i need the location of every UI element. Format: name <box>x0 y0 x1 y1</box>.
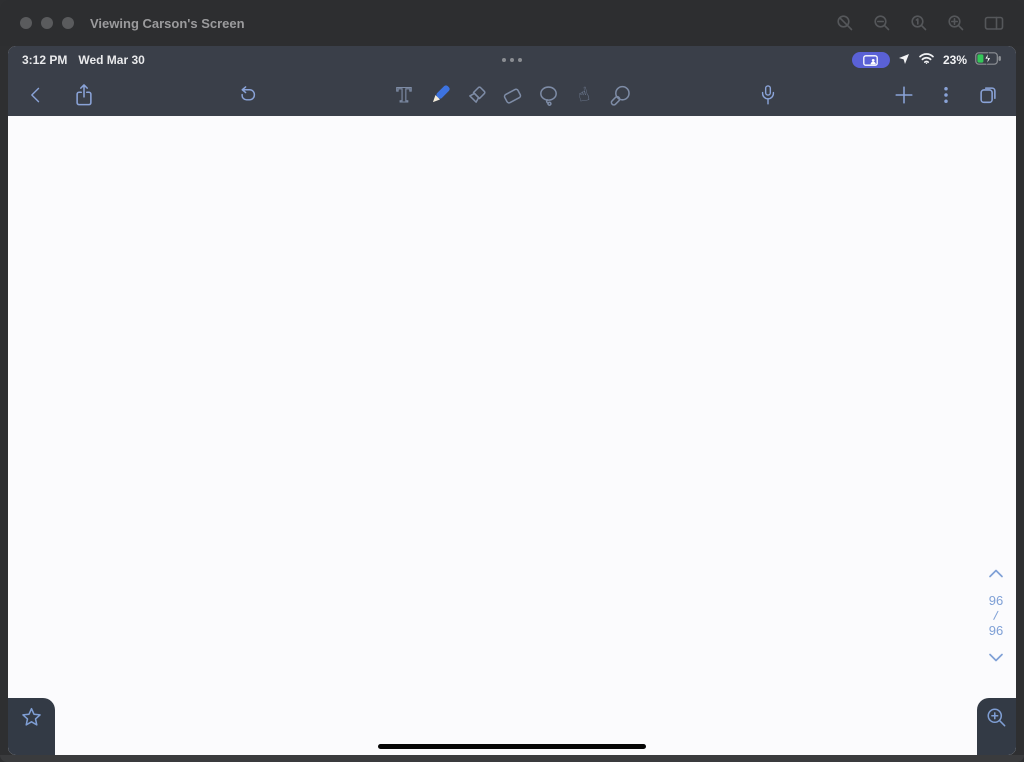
magnifier-plus-icon <box>987 708 1006 727</box>
location-services-icon <box>898 53 910 68</box>
app-toolbar: T ☝ <box>8 74 1016 116</box>
record-audio-button[interactable] <box>756 83 780 107</box>
total-page-number: 96 <box>988 623 1004 638</box>
window-titlebar: Viewing Carson's Screen <box>0 0 1024 46</box>
status-date: Wed Mar 30 <box>78 53 145 67</box>
home-indicator[interactable] <box>378 744 646 749</box>
note-canvas[interactable]: 96 / 96 <box>8 116 1016 755</box>
close-window-button[interactable] <box>20 17 32 29</box>
zoom-tool-button[interactable] <box>977 698 1016 755</box>
back-button[interactable] <box>24 83 48 107</box>
window-bottom-edge <box>0 755 1024 762</box>
zoom-in-icon[interactable] <box>947 14 965 32</box>
star-icon <box>22 707 41 726</box>
share-button[interactable] <box>72 83 96 107</box>
wifi-icon <box>918 52 935 68</box>
current-page-number: 96 <box>988 593 1004 608</box>
traffic-lights <box>20 17 74 29</box>
battery-percent: 23% <box>942 53 967 67</box>
undo-button[interactable] <box>234 83 258 107</box>
zoom-disabled-icon[interactable] <box>836 14 854 32</box>
zoom-out-icon[interactable] <box>873 14 891 32</box>
multitask-indicator-icon[interactable] <box>502 58 522 62</box>
display-icon[interactable] <box>984 14 1004 32</box>
pointer-tool-button[interactable]: ☝ <box>572 82 596 107</box>
microphone-icon <box>761 84 775 105</box>
battery-charging-icon <box>975 52 1002 68</box>
add-page-button[interactable] <box>892 83 916 107</box>
chevron-left-icon <box>31 87 40 103</box>
zoom-actual-size-icon[interactable] <box>910 14 928 32</box>
screen-sharing-indicator[interactable] <box>851 52 890 68</box>
screen-share-icon <box>863 54 879 66</box>
pointing-hand-icon: ☝ <box>575 82 593 107</box>
chevron-up-icon[interactable] <box>988 569 1004 578</box>
laser-pointer-icon <box>610 85 630 106</box>
highlighter-tool-button[interactable] <box>464 83 488 107</box>
minimize-window-button[interactable] <box>41 17 53 29</box>
eraser-tool-button[interactable] <box>500 83 524 107</box>
window-title: Viewing Carson's Screen <box>90 15 245 31</box>
share-icon <box>76 84 92 106</box>
plus-icon <box>895 86 913 104</box>
text-tool-icon: T <box>396 83 412 107</box>
ipad-status-bar: 3:12 PM Wed Mar 30 23% <box>8 46 1016 74</box>
pages-overview-button[interactable] <box>976 83 1000 107</box>
page-navigator: 96 / 96 <box>982 569 1010 662</box>
eraser-icon <box>503 88 521 104</box>
chevron-down-icon[interactable] <box>988 653 1004 662</box>
lasso-tool-button[interactable] <box>536 83 560 107</box>
mirrored-ipad-screen: 3:12 PM Wed Mar 30 23% T ☝ 96 / 96 <box>8 46 1016 755</box>
favorites-toolbar-button[interactable] <box>8 698 55 755</box>
more-options-button[interactable] <box>934 83 958 107</box>
status-time: 3:12 PM <box>22 53 68 67</box>
page-separator: / <box>992 607 1000 624</box>
zoom-window-button[interactable] <box>62 17 74 29</box>
pages-icon <box>980 87 996 104</box>
highlighter-icon <box>468 85 486 103</box>
undo-icon <box>240 86 255 101</box>
pen-icon <box>432 85 450 103</box>
vertical-ellipsis-icon <box>944 87 948 103</box>
pen-tool-button-selected[interactable] <box>428 83 452 107</box>
lasso-icon <box>539 85 557 106</box>
laser-pointer-tool-button[interactable] <box>608 83 632 107</box>
text-tool-button[interactable]: T <box>392 83 416 107</box>
